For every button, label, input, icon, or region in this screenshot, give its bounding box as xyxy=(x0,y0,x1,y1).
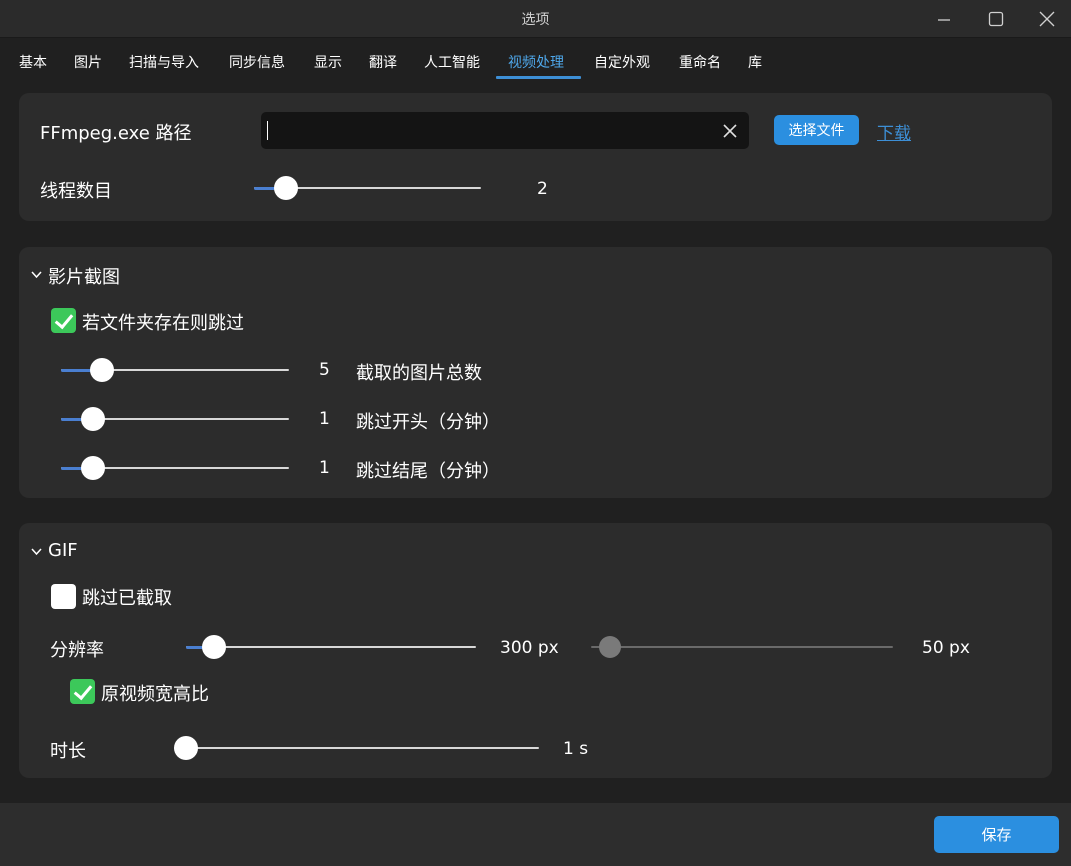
keep-aspect-checkbox[interactable] xyxy=(70,679,95,704)
window-title: 选项 xyxy=(521,12,550,28)
tab-scan-import[interactable]: 扫描与导入 xyxy=(129,52,199,72)
skip-start-value: 1 xyxy=(319,409,330,429)
screenshot-section-title: 影片截图 xyxy=(48,267,120,288)
gif-width-value: 300 px xyxy=(500,638,559,658)
skip-end-label: 跳过结尾（分钟） xyxy=(356,461,500,482)
select-file-button[interactable]: 选择文件 xyxy=(774,115,859,145)
ffmpeg-card: FFmpeg.exe 路径 选择文件 下载 线程数目 2 xyxy=(19,93,1052,221)
skip-start-slider[interactable] xyxy=(61,407,289,431)
gif-height-slider xyxy=(591,636,893,658)
chevron-down-icon[interactable] xyxy=(30,268,43,281)
close-window-button[interactable] xyxy=(1024,0,1070,38)
clear-path-button[interactable] xyxy=(719,120,741,142)
tab-ai[interactable]: 人工智能 xyxy=(424,52,480,72)
chevron-down-icon[interactable] xyxy=(30,545,43,558)
close-icon xyxy=(1039,11,1055,27)
tab-rename[interactable]: 重命名 xyxy=(679,52,721,72)
tab-translate[interactable]: 翻译 xyxy=(369,52,397,72)
tab-bar: 基本 图片 扫描与导入 同步信息 显示 翻译 人工智能 视频处理 自定外观 重命… xyxy=(0,38,1071,82)
skip-existing-checkbox[interactable] xyxy=(51,308,76,333)
title-bar: 选项 xyxy=(0,0,1071,38)
save-button[interactable]: 保存 xyxy=(934,816,1059,853)
text-caret xyxy=(267,121,268,140)
skip-end-slider[interactable] xyxy=(61,456,289,480)
threads-label: 线程数目 xyxy=(40,181,112,202)
slider-track xyxy=(174,747,539,749)
slider-thumb[interactable] xyxy=(81,407,106,431)
tab-images[interactable]: 图片 xyxy=(74,52,102,72)
threads-slider[interactable] xyxy=(254,176,481,200)
minimize-icon xyxy=(938,19,950,21)
duration-value: 1 s xyxy=(563,739,589,759)
slider-thumb[interactable] xyxy=(174,736,198,760)
clear-icon xyxy=(723,124,737,138)
active-tab-indicator xyxy=(496,76,581,79)
tab-sync-info[interactable]: 同步信息 xyxy=(229,52,285,72)
duration-slider[interactable] xyxy=(174,736,539,760)
slider-track xyxy=(591,646,893,648)
skip-end-value: 1 xyxy=(319,458,330,478)
minimize-button[interactable] xyxy=(921,0,967,38)
tab-video-processing[interactable]: 视频处理 xyxy=(508,52,564,72)
tab-library[interactable]: 库 xyxy=(748,52,762,72)
slider-thumb[interactable] xyxy=(274,176,299,200)
screenshot-card: 影片截图 若文件夹存在则跳过 5 截取的图片总数 1 跳过开头（分钟） 1 跳过… xyxy=(19,247,1052,498)
skip-existing-label: 若文件夹存在则跳过 xyxy=(82,313,244,334)
image-count-slider[interactable] xyxy=(61,358,289,382)
keep-aspect-label: 原视频宽高比 xyxy=(101,684,209,705)
slider-thumb[interactable] xyxy=(89,358,114,382)
image-count-label: 截取的图片总数 xyxy=(356,363,482,384)
ffmpeg-path-label: FFmpeg.exe 路径 xyxy=(40,123,192,144)
ffmpeg-path-input[interactable] xyxy=(261,112,749,149)
slider-thumb xyxy=(599,636,622,658)
gif-card: GIF 跳过已截取 分辨率 300 px 50 px 原视频宽高比 时长 1 s xyxy=(19,523,1052,778)
maximize-button[interactable] xyxy=(973,0,1019,38)
gif-section-title: GIF xyxy=(48,540,78,561)
skip-start-label: 跳过开头（分钟） xyxy=(356,412,500,433)
tab-basic[interactable]: 基本 xyxy=(19,52,47,72)
download-link[interactable]: 下载 xyxy=(877,119,911,144)
maximize-icon xyxy=(988,11,1004,27)
slider-track xyxy=(186,646,476,648)
duration-label: 时长 xyxy=(50,741,86,762)
gif-height-value: 50 px xyxy=(922,638,970,658)
skip-captured-checkbox[interactable] xyxy=(51,584,76,609)
gif-width-slider[interactable] xyxy=(186,635,476,659)
threads-value: 2 xyxy=(537,179,548,199)
resolution-label: 分辨率 xyxy=(50,640,104,661)
skip-captured-label: 跳过已截取 xyxy=(82,588,172,609)
image-count-value: 5 xyxy=(319,360,330,380)
tab-display[interactable]: 显示 xyxy=(314,52,342,72)
slider-thumb[interactable] xyxy=(201,635,226,659)
slider-thumb[interactable] xyxy=(81,456,106,480)
footer-bar: 保存 xyxy=(0,803,1071,866)
tab-custom-appearance[interactable]: 自定外观 xyxy=(594,52,650,72)
